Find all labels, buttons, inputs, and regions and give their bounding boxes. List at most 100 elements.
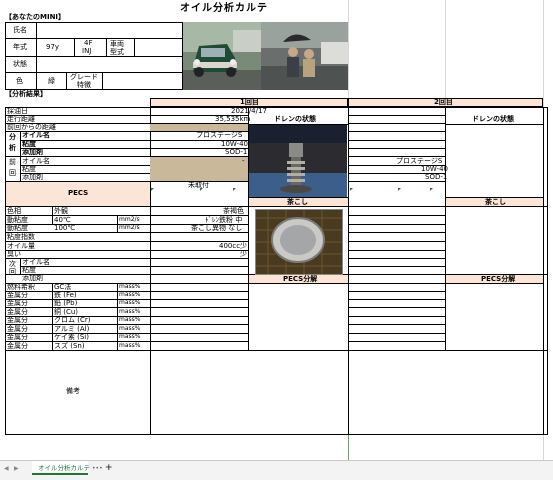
tab-scroll-left-icon[interactable]: ◀ — [4, 466, 9, 472]
row-next-viscosity: 粘度 — [22, 266, 36, 274]
r1-color[interactable]: 茶褐色 — [223, 208, 244, 215]
r1-oil-amount[interactable]: 400cc少 — [219, 243, 247, 250]
row-kv40: 動粘度 — [7, 216, 28, 224]
next-label-1: 次 — [9, 260, 16, 268]
color-label: 色 — [16, 77, 23, 85]
r1-kv100[interactable]: 茶こし異物 なし — [191, 225, 242, 232]
unit-sn: mass% — [119, 342, 141, 349]
prev-label-2: 回 — [9, 169, 16, 177]
unit-kv40: mm2/s — [119, 216, 140, 223]
r1-pecs[interactable]: 未取付 — [188, 182, 209, 189]
r1-date[interactable]: 2021/4/17 — [231, 108, 267, 115]
row-next-oil: オイル名 — [22, 258, 50, 266]
car-photo — [183, 22, 261, 90]
model-label: 車両 型式 — [110, 40, 124, 56]
row-additive: 添加剤 — [22, 148, 43, 156]
cell-marker — [200, 188, 203, 191]
cell-marker — [398, 188, 401, 191]
section-car-label: 【あなたのMINI】 — [5, 13, 66, 21]
year-value: 97y — [46, 43, 60, 51]
row-prev-viscosity: 粘度 — [22, 165, 36, 173]
more-tabs-icon[interactable]: ••• — [92, 466, 103, 472]
row-metal-fe: 金属分 — [7, 291, 28, 299]
row-oil-amount: オイル量 — [7, 242, 35, 250]
grade-label: グレード 特徴 — [70, 73, 98, 89]
tab-scroll-right-icon[interactable]: ▶ — [14, 466, 19, 472]
row-date: 採油日 — [7, 107, 28, 115]
row-vi: 粘度指数 — [7, 233, 35, 241]
row-sn: スズ (Sn) — [54, 342, 85, 350]
tab-oil-analysis[interactable]: オイル分析カルテ — [32, 461, 90, 475]
r1-prev-dash[interactable]: - — [242, 158, 245, 165]
r1-viscosity[interactable]: 10W-40 — [221, 141, 248, 148]
since-last-fill — [150, 124, 248, 131]
analysis-label-2: 析 — [9, 144, 16, 152]
row-color: 色相 — [7, 207, 21, 215]
name-label: 氏名 — [13, 26, 27, 34]
row-t40: 40℃ — [54, 216, 71, 224]
r2-prev-viscosity[interactable]: 10W-40 — [421, 166, 448, 173]
row-odor: 臭い — [7, 250, 21, 258]
drain-header-r1: ドレンの状態 — [274, 115, 316, 123]
row-si: ケイ素 (Si) — [54, 333, 89, 341]
r2-prev-oil-name[interactable]: プロステージS — [396, 158, 442, 165]
strainer-header-r1: 茶こし — [287, 198, 308, 206]
color-value: 緑 — [48, 77, 55, 85]
owner-photo — [261, 22, 348, 90]
row-notes: 備考 — [66, 387, 80, 395]
cell-marker — [350, 188, 353, 191]
unit-gc: mass% — [119, 283, 141, 290]
row-t100: 100℃ — [54, 224, 76, 232]
row-metal-si: 金属分 — [7, 333, 28, 341]
unit-pb: mass% — [119, 299, 141, 306]
row-prev-additive: 添加剤 — [22, 173, 43, 181]
row-viscosity: 粘度 — [22, 140, 36, 148]
r2-prev-additive[interactable]: SOD-1 — [425, 174, 447, 181]
cell-marker — [430, 188, 433, 191]
analysis-label-1: 分 — [9, 133, 16, 141]
row-prev-oil: オイル名 — [22, 157, 50, 165]
year-label: 年式 — [13, 43, 27, 51]
prev-oil-fill — [150, 157, 248, 181]
tab-oil-analysis-label: オイル分析カルテ — [38, 464, 90, 472]
engine-value-2: INJ — [82, 47, 92, 55]
round1-header: 1回目 — [240, 98, 259, 106]
pecs-analysis-r1: PECS分解 — [283, 275, 318, 283]
pecs-analysis-r2: PECS分解 — [481, 275, 516, 283]
unit-cu: mass% — [119, 308, 141, 315]
add-sheet-button[interactable]: + — [105, 464, 113, 473]
r1-oil-name[interactable]: プロステージS — [196, 132, 242, 139]
round2-header: 2回目 — [434, 98, 453, 106]
strainer-photo[interactable] — [255, 209, 343, 275]
row-pb: 鉛 (Pb) — [54, 299, 78, 307]
row-metal-pb: 金属分 — [7, 299, 28, 307]
row-gc: GC法 — [54, 283, 72, 291]
row-since-last: 前回からの距離 — [7, 123, 56, 131]
drain-photo[interactable] — [249, 125, 347, 197]
row-metal-sn: 金属分 — [7, 342, 28, 350]
row-cu: 銅 (Cu) — [54, 308, 79, 316]
row-next-additive: 添加剤 — [22, 274, 43, 282]
r1-mileage[interactable]: 35,535km — [215, 116, 250, 123]
row-fuel-dilution: 燃料希釈 — [7, 283, 35, 291]
cell-marker — [233, 188, 236, 191]
drain-header-r2: ドレンの状態 — [472, 115, 514, 123]
row-oil-name: オイル名 — [22, 131, 50, 139]
section-results-label: 【分析結果】 — [5, 90, 47, 98]
row-metal-cr: 金属分 — [7, 316, 28, 324]
unit-cr: mass% — [119, 316, 141, 323]
row-fe: 鉄 (Fe) — [54, 291, 77, 299]
sheet-tab-bar: ◀ ▶ オイル分析カルテ ••• + — [0, 460, 553, 480]
condition-label: 状態 — [13, 60, 27, 68]
unit-kv100: mm2/s — [119, 224, 140, 231]
cell-marker — [151, 188, 154, 191]
unit-si: mass% — [119, 333, 141, 340]
row-kv100: 動粘度 — [7, 224, 28, 232]
r1-odor[interactable]: 少 — [240, 251, 247, 258]
r1-kv40[interactable]: ﾄﾞﾚﾝ鉄粉 中 — [205, 217, 242, 224]
row-mileage: 走行距離 — [7, 115, 35, 123]
unit-al: mass% — [119, 325, 141, 332]
row-metal-cu: 金属分 — [7, 308, 28, 316]
sheet-title: オイル分析カルテ — [180, 3, 268, 14]
r1-additive[interactable]: SOD-1 — [225, 149, 247, 156]
